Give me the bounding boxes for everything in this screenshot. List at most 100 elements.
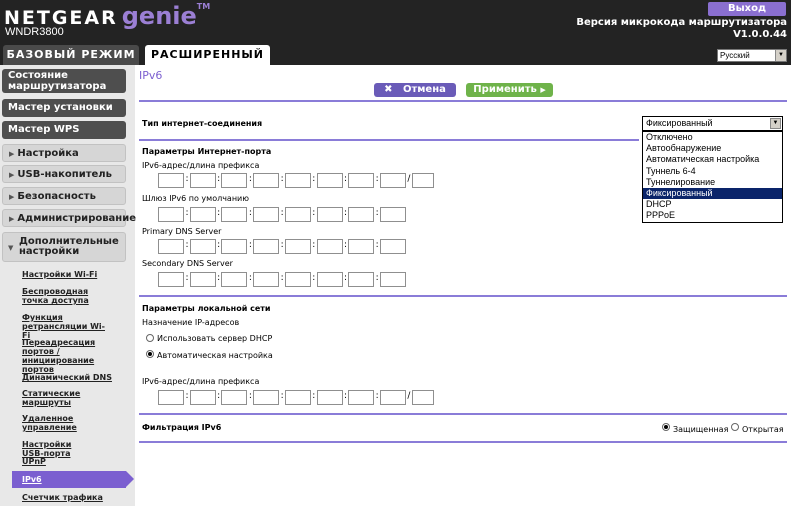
sublink-upnp[interactable]: UPnP bbox=[22, 457, 122, 466]
secondary-dns-label: Secondary DNS Server bbox=[142, 259, 233, 268]
brand-genie: genie bbox=[121, 2, 197, 30]
conn-type-option[interactable]: DHCP bbox=[643, 199, 782, 210]
conn-type-select[interactable]: Фиксированный ▼ bbox=[642, 116, 783, 131]
ipv6-segment-field[interactable] bbox=[189, 272, 216, 287]
ipv6-segment-field[interactable] bbox=[158, 239, 184, 254]
sublink-wifi-repeater[interactable]: Функция ретрансляции Wi-Fi bbox=[22, 313, 112, 340]
conn-type-option[interactable]: Отключено bbox=[643, 132, 782, 143]
ipv6-segment-field[interactable] bbox=[379, 207, 406, 222]
internet-port-header: Параметры Интернет-порта bbox=[142, 147, 272, 156]
lan-header: Параметры локальной сети bbox=[142, 304, 271, 313]
ipv6-segment-field[interactable] bbox=[253, 207, 280, 222]
sidebar-item-setup[interactable]: ▶ Настройка bbox=[2, 144, 126, 162]
ipv6-segment-field[interactable] bbox=[348, 207, 375, 222]
chevron-right-icon: ▶ bbox=[9, 171, 15, 179]
ipv6-segment-field[interactable] bbox=[316, 207, 343, 222]
sublink-wireless-ap[interactable]: Беспроводная точка доступа bbox=[22, 287, 102, 305]
sublink-wifi-settings[interactable]: Настройки Wi-Fi bbox=[22, 270, 122, 279]
ipv6-segment-field[interactable] bbox=[284, 173, 311, 188]
tab-bar: БАЗОВЫЙ РЕЖИМ РАСШИРЕННЫЙ bbox=[0, 45, 791, 65]
ipv6-segment-field[interactable] bbox=[348, 272, 375, 287]
ipv6-segment-field[interactable] bbox=[189, 207, 216, 222]
tab-basic[interactable]: БАЗОВЫЙ РЕЖИМ bbox=[3, 45, 139, 65]
ipv6-segment-field[interactable] bbox=[379, 390, 406, 405]
prefix-length-field[interactable] bbox=[411, 390, 434, 405]
sidebar-item-setup-wizard[interactable]: Мастер установки bbox=[2, 99, 126, 117]
ipv6-segment-field[interactable] bbox=[158, 390, 184, 405]
open-radio[interactable] bbox=[731, 423, 739, 431]
brand-trademark: TM bbox=[196, 2, 211, 11]
ipv6-segment-field[interactable] bbox=[158, 207, 184, 222]
close-icon: ✖ bbox=[384, 84, 393, 95]
sublink-static-routes[interactable]: Статические маршруты bbox=[22, 389, 92, 407]
ipv6-segment-field[interactable] bbox=[158, 272, 184, 287]
ipv6-segment-field[interactable] bbox=[221, 173, 248, 188]
ipv6-segment-field[interactable] bbox=[348, 390, 375, 405]
ipv6-segment-field[interactable] bbox=[284, 390, 311, 405]
ipv6-segment-field[interactable] bbox=[221, 390, 248, 405]
prefix-length-field[interactable] bbox=[411, 173, 434, 188]
cancel-button[interactable]: ✖ Отмена bbox=[374, 83, 456, 97]
sublink-dynamic-dns[interactable]: Динамический DNS bbox=[22, 373, 122, 382]
sidebar-item-advanced-setup[interactable]: ▼ Дополнительные настройки bbox=[2, 232, 126, 262]
conn-type-option[interactable]: Фиксированный bbox=[643, 187, 782, 200]
primary-dns-label: Primary DNS Server bbox=[142, 227, 222, 236]
conn-type-option[interactable]: PPPoE bbox=[643, 210, 782, 221]
language-select[interactable]: Русский ▼ bbox=[717, 49, 787, 62]
gateway-label: Шлюз IPv6 по умолчанию bbox=[142, 194, 249, 203]
ipv6-segment-field[interactable] bbox=[253, 272, 280, 287]
ipv6-segment-field[interactable] bbox=[379, 272, 406, 287]
ipv6-prefix-label: IPv6-адрес/длина префикса bbox=[142, 161, 260, 170]
sublink-ipv6[interactable]: IPv6 bbox=[12, 471, 134, 488]
ipv6-segment-field[interactable] bbox=[379, 239, 406, 254]
ipv6-segment-field[interactable] bbox=[284, 272, 311, 287]
sublink-traffic-meter[interactable]: Счетчик трафика bbox=[22, 493, 122, 502]
tab-advanced[interactable]: РАСШИРЕННЫЙ bbox=[145, 45, 270, 65]
chevron-down-icon: ▼ bbox=[8, 244, 14, 252]
ipv6-segment-field[interactable] bbox=[189, 173, 216, 188]
ipv6-segment-field[interactable] bbox=[284, 239, 311, 254]
conn-type-option[interactable]: Туннель 6-4 bbox=[643, 166, 782, 177]
router-model: WNDR3800 bbox=[5, 26, 64, 38]
ipv6-segment-field[interactable] bbox=[348, 173, 375, 188]
divider bbox=[139, 139, 639, 141]
sublink-remote-management[interactable]: Удаленное управление bbox=[22, 414, 92, 432]
ipv6-segment-field[interactable] bbox=[189, 239, 216, 254]
sublink-port-forwarding[interactable]: Переадресация портов / инициирование пор… bbox=[22, 338, 102, 374]
conn-type-option[interactable]: Туннелирование bbox=[643, 177, 782, 188]
auto-config-radio[interactable] bbox=[146, 350, 154, 358]
ipv6-segment-field[interactable] bbox=[316, 173, 343, 188]
sidebar-item-wps-wizard[interactable]: Мастер WPS bbox=[2, 121, 126, 139]
ipv6-segment-field[interactable] bbox=[316, 272, 343, 287]
chevron-right-icon: ▶ bbox=[9, 150, 15, 158]
use-dhcp-label: Использовать сервер DHCP bbox=[157, 334, 273, 343]
conn-type-option[interactable]: Автообнаружение bbox=[643, 143, 782, 154]
sidebar-item-administration[interactable]: ▶ Администрирование bbox=[2, 209, 136, 227]
logout-button[interactable]: Выход bbox=[708, 2, 786, 16]
ipv6-segment-field[interactable] bbox=[221, 239, 248, 254]
ipv6-segment-field[interactable] bbox=[253, 173, 280, 188]
divider bbox=[139, 441, 787, 443]
secured-radio[interactable] bbox=[662, 423, 670, 431]
ipv6-segment-field[interactable] bbox=[158, 173, 184, 188]
conn-type-label: Тип интернет-соединения bbox=[142, 119, 263, 128]
ipv6-segment-field[interactable] bbox=[221, 272, 248, 287]
divider bbox=[139, 100, 787, 102]
sidebar-item-router-status[interactable]: Состояние маршрутизатора bbox=[2, 69, 126, 93]
ipv6-segment-field[interactable] bbox=[316, 239, 343, 254]
apply-button[interactable]: Применить ▶ bbox=[466, 83, 553, 97]
ipv6-segment-field[interactable] bbox=[348, 239, 375, 254]
ipv6-segment-field[interactable] bbox=[253, 390, 280, 405]
sublink-usb-settings[interactable]: Настройки USB-порта bbox=[22, 440, 82, 458]
ipv6-segment-field[interactable] bbox=[316, 390, 343, 405]
use-dhcp-radio[interactable] bbox=[146, 334, 154, 342]
ipv6-segment-field[interactable] bbox=[284, 207, 311, 222]
ipv6-segment-field[interactable] bbox=[221, 207, 248, 222]
ipv6-segment-field[interactable] bbox=[189, 390, 216, 405]
conn-type-selected: Фиксированный bbox=[646, 118, 713, 128]
sidebar-item-security[interactable]: ▶ Безопасность bbox=[2, 187, 126, 205]
ipv6-segment-field[interactable] bbox=[379, 173, 406, 188]
ipv6-segment-field[interactable] bbox=[253, 239, 280, 254]
conn-type-option[interactable]: Автоматическая настройка bbox=[643, 154, 782, 165]
sidebar-item-usb-storage[interactable]: ▶ USB-накопитель bbox=[2, 165, 126, 183]
